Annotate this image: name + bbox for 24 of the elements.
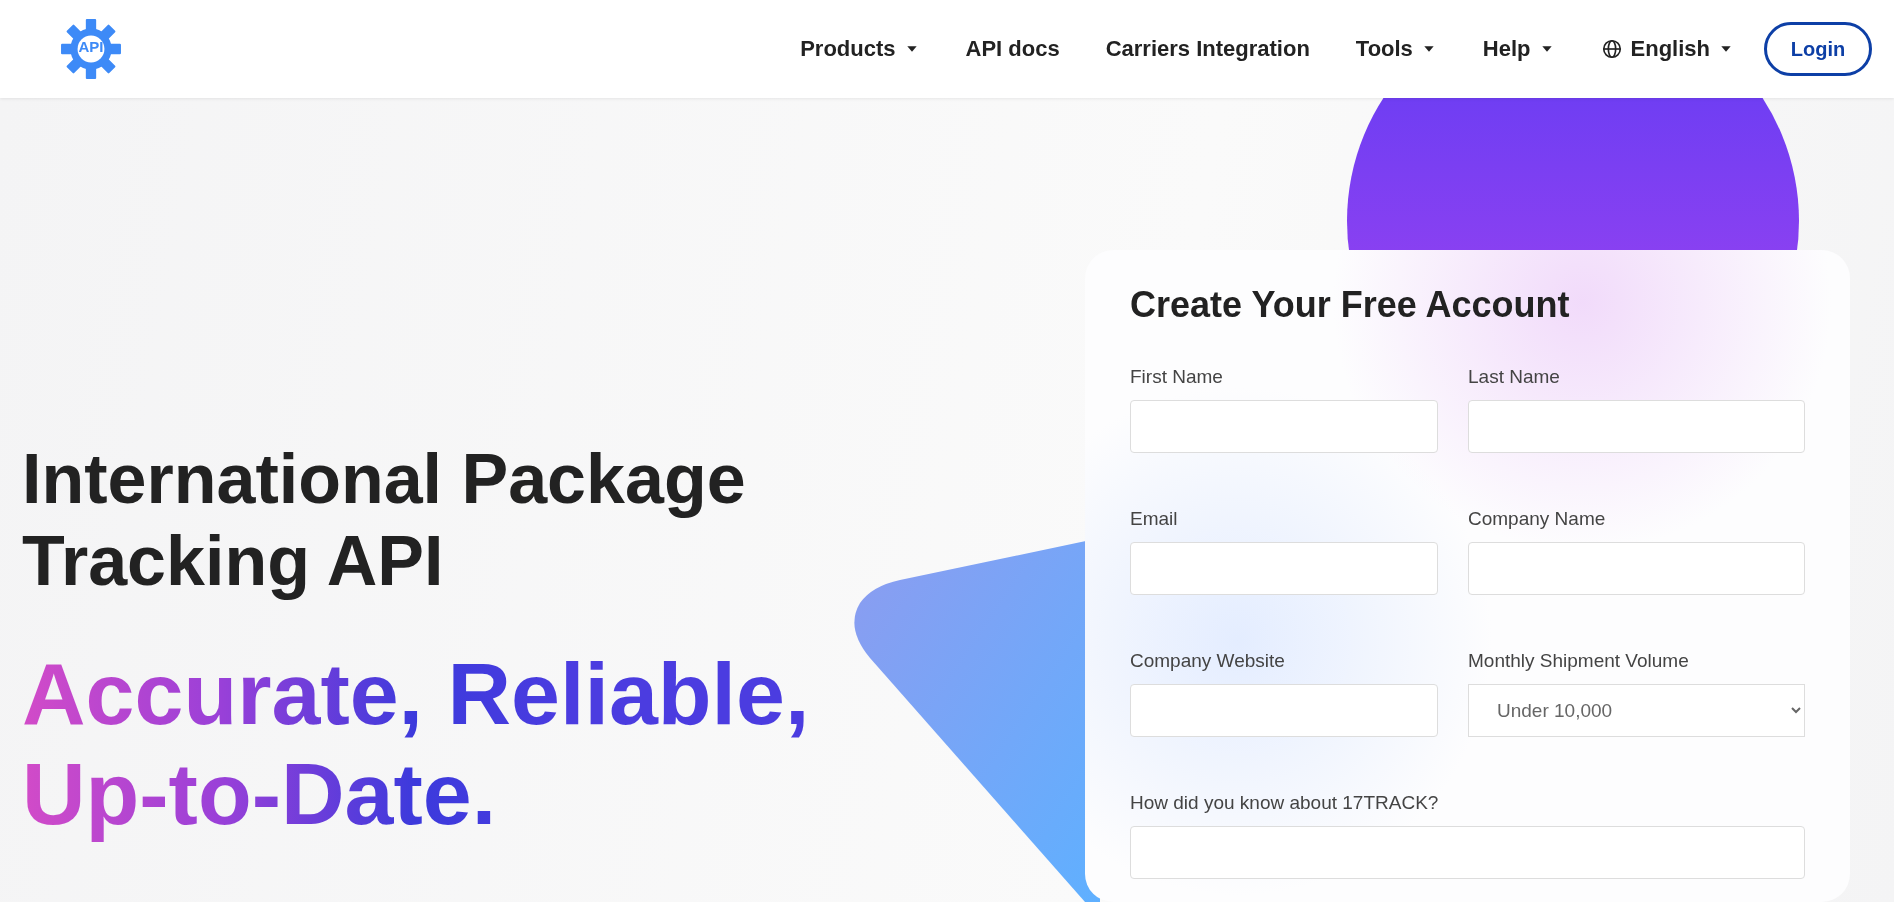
nav-menu[interactable]: Tools (1355, 36, 1437, 62)
login-button[interactable]: Login (1764, 22, 1872, 76)
field-label: Company Name (1468, 508, 1607, 530)
nav-link[interactable]: Carriers Integration (1105, 36, 1310, 62)
globe-icon (1600, 38, 1623, 60)
input-field[interactable] (1468, 400, 1805, 453)
form-title: Create Your Free Account (1130, 284, 1571, 326)
hero-headline: International Package Tracking API (22, 439, 747, 602)
input-field[interactable] (1130, 542, 1438, 595)
field-label: First Name (1130, 366, 1224, 388)
field-label: Company Website (1130, 650, 1286, 672)
input-field[interactable] (1130, 400, 1438, 453)
field-label: Last Name (1468, 366, 1561, 388)
field-label: Email (1130, 508, 1179, 530)
nav-menu[interactable]: Products (800, 36, 920, 62)
nav-menu[interactable]: Help (1482, 36, 1555, 62)
nav-link[interactable]: API docs (965, 36, 1060, 62)
language-menu[interactable]: English (1600, 36, 1734, 62)
input-field[interactable] (1130, 684, 1438, 737)
input-field[interactable] (1468, 542, 1805, 595)
field-label: Monthly Shipment Volume (1468, 650, 1690, 672)
dropdown-field[interactable]: Under 10,000 (1468, 684, 1805, 737)
input-field[interactable] (1130, 826, 1805, 879)
field-label: How did you know about 17TRACK? (1130, 792, 1440, 814)
